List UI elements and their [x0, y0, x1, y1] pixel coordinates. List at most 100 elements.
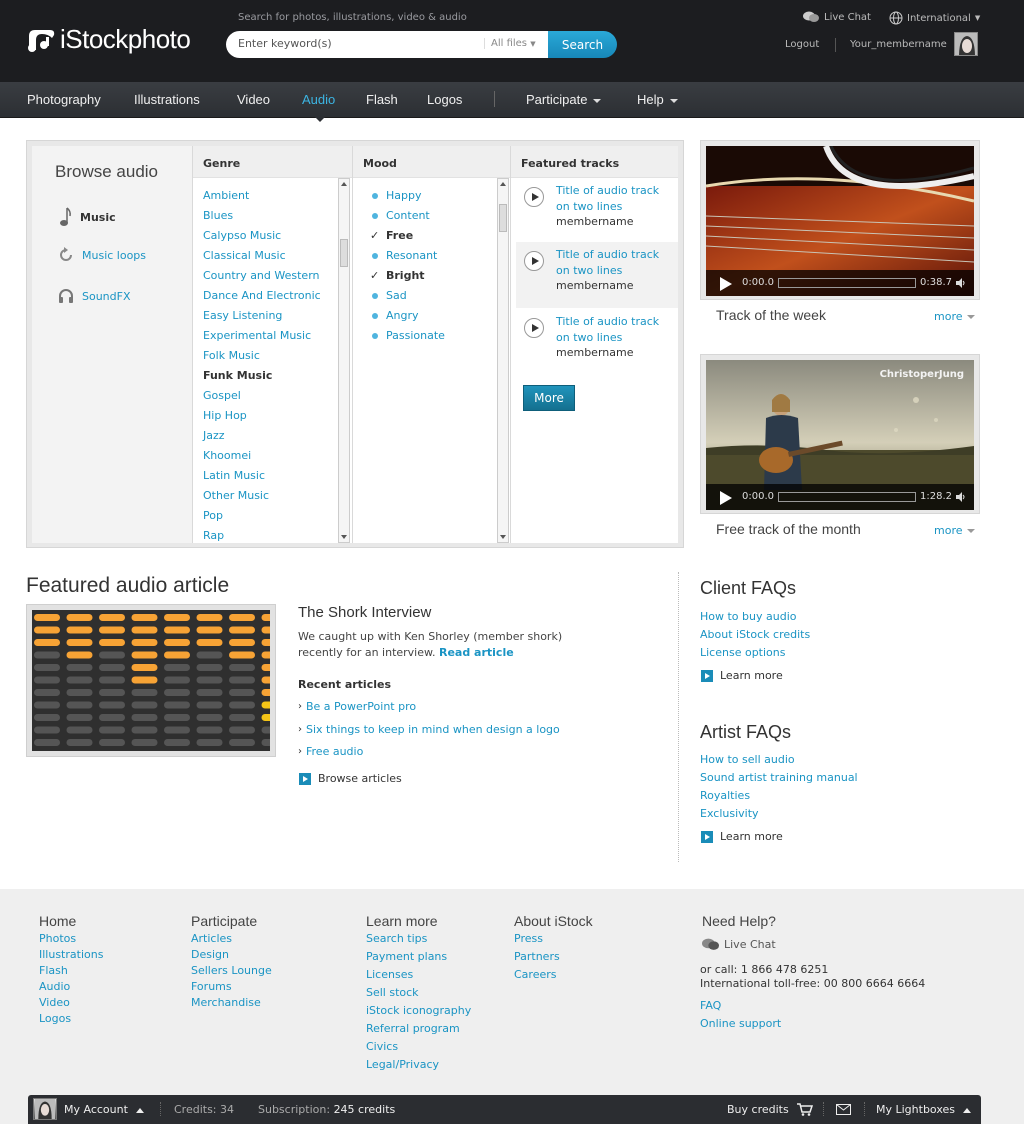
track-title-link[interactable]: Title of audio track on two lines	[556, 314, 671, 346]
genre-item[interactable]: Jazz	[203, 429, 225, 442]
footer-link[interactable]: Photos	[39, 932, 76, 945]
video-thumbnail[interactable]: ChristoperJung 0:00.0 1:28.2	[706, 360, 974, 510]
avatar[interactable]	[33, 1098, 57, 1120]
faq-link[interactable]: About iStock credits	[700, 628, 810, 641]
nav-video[interactable]: Video	[237, 92, 270, 107]
recent-article-item[interactable]: › Six things to keep in mind when design …	[298, 723, 560, 736]
footer-link[interactable]: Payment plans	[366, 950, 447, 963]
footer-link[interactable]: iStock iconography	[366, 1004, 471, 1017]
genre-item[interactable]: Hip Hop	[203, 409, 247, 422]
progress-bar[interactable]	[778, 278, 916, 288]
type-music-loops[interactable]: Music loops	[58, 247, 146, 263]
footer-link[interactable]: Partners	[514, 950, 560, 963]
footer-link[interactable]: Legal/Privacy	[366, 1058, 439, 1071]
scroll-down-icon[interactable]	[500, 535, 506, 539]
faq-link[interactable]: Exclusivity	[700, 807, 759, 820]
nav-flash[interactable]: Flash	[366, 92, 398, 107]
genre-item[interactable]: Pop	[203, 509, 223, 522]
video-thumbnail[interactable]: 0:00.0 0:38.7	[706, 146, 974, 296]
recent-article-item[interactable]: › Be a PowerPoint pro	[298, 700, 416, 713]
footer-link[interactable]: Flash	[39, 964, 68, 977]
mood-item[interactable]: ✓ Bright	[370, 269, 425, 282]
footer-link[interactable]: Search tips	[366, 932, 427, 945]
genre-item[interactable]: Folk Music	[203, 349, 260, 362]
nav-audio[interactable]: Audio	[302, 92, 335, 107]
footer-link[interactable]: Logos	[39, 1012, 71, 1025]
more-link[interactable]: more	[934, 524, 975, 537]
genre-item[interactable]: Rap	[203, 529, 224, 542]
play-icon[interactable]	[524, 251, 544, 271]
nav-help[interactable]: Help	[637, 92, 678, 107]
progress-bar[interactable]	[778, 492, 916, 502]
article-headline[interactable]: The Shork Interview	[298, 604, 431, 621]
logout-link[interactable]: Logout	[785, 39, 819, 50]
genre-item[interactable]: Easy Listening	[203, 309, 282, 322]
scroll-up-icon[interactable]	[341, 182, 347, 186]
scroll-thumb[interactable]	[340, 239, 348, 267]
play-icon[interactable]	[524, 187, 544, 207]
more-link[interactable]: more	[934, 310, 975, 323]
search-button[interactable]: Search	[548, 31, 617, 58]
avatar[interactable]	[954, 32, 978, 56]
genre-item[interactable]: Calypso Music	[203, 229, 281, 242]
faq-link[interactable]: Sound artist training manual	[700, 771, 858, 784]
mood-item[interactable]: Resonant	[370, 249, 437, 262]
footer-link[interactable]: Careers	[514, 968, 557, 981]
mood-scrollbar[interactable]	[497, 178, 509, 543]
footer-link[interactable]: Sell stock	[366, 986, 419, 999]
footer-link[interactable]: Sellers Lounge	[191, 964, 272, 977]
mood-item[interactable]: Sad	[370, 289, 407, 302]
footer-link[interactable]: Illustrations	[39, 948, 103, 961]
mood-item[interactable]: Happy	[370, 189, 422, 202]
faq-link[interactable]: How to sell audio	[700, 753, 795, 766]
type-soundfx[interactable]: SoundFX	[58, 288, 131, 304]
scroll-down-icon[interactable]	[341, 535, 347, 539]
genre-item[interactable]: Dance And Electronic	[203, 289, 321, 302]
volume-icon[interactable]	[956, 492, 966, 502]
genre-item[interactable]: Blues	[203, 209, 233, 222]
live-chat-link[interactable]: Live Chat	[803, 11, 871, 23]
genre-item[interactable]: Other Music	[203, 489, 269, 502]
genre-item[interactable]: Country and Western	[203, 269, 320, 282]
footer-link[interactable]: Merchandise	[191, 996, 261, 1009]
artist-learn-more-link[interactable]: Learn more	[701, 830, 783, 843]
track-title-link[interactable]: Title of audio track on two lines	[556, 247, 671, 279]
nav-photography[interactable]: Photography	[27, 92, 101, 107]
footer-link[interactable]: Forums	[191, 980, 232, 993]
type-music[interactable]: Music	[58, 206, 116, 228]
genre-item[interactable]: Ambient	[203, 189, 249, 202]
footer-link[interactable]: Licenses	[366, 968, 413, 981]
faq-link[interactable]: Royalties	[700, 789, 750, 802]
genre-item[interactable]: Gospel	[203, 389, 241, 402]
faq-link[interactable]: How to buy audio	[700, 610, 796, 623]
track-title-link[interactable]: Title of audio track on two lines	[556, 183, 671, 215]
mood-item[interactable]: Angry	[370, 309, 419, 322]
files-filter-select[interactable]: All files ▼	[484, 38, 536, 49]
footer-home-title[interactable]: Home	[39, 913, 76, 929]
international-menu[interactable]: International ▼	[889, 11, 980, 25]
play-icon[interactable]	[524, 318, 544, 338]
equalizer-image[interactable]	[32, 610, 270, 751]
scroll-up-icon[interactable]	[500, 182, 506, 186]
faq-link[interactable]: License options	[700, 646, 785, 659]
read-article-link[interactable]: Read article	[439, 646, 514, 659]
footer-link[interactable]: Audio	[39, 980, 70, 993]
footer-online-support-link[interactable]: Online support	[700, 1017, 781, 1030]
genre-item[interactable]: Funk Music	[203, 369, 272, 382]
footer-link[interactable]: Design	[191, 948, 229, 961]
play-icon[interactable]	[720, 491, 732, 505]
footer-live-chat-link[interactable]: Live Chat	[702, 938, 776, 951]
footer-link[interactable]: Video	[39, 996, 70, 1009]
scroll-thumb[interactable]	[499, 204, 507, 232]
footer-link[interactable]: Civics	[366, 1040, 398, 1053]
buy-credits-link[interactable]: Buy credits	[727, 1103, 813, 1116]
genre-item[interactable]: Khoomei	[203, 449, 251, 462]
footer-faq-link[interactable]: FAQ	[700, 999, 721, 1012]
nav-logos[interactable]: Logos	[427, 92, 462, 107]
volume-icon[interactable]	[956, 278, 966, 288]
genre-item[interactable]: Experimental Music	[203, 329, 311, 342]
mood-item[interactable]: ✓ Free	[370, 229, 413, 242]
mood-item[interactable]: Passionate	[370, 329, 445, 342]
genre-scrollbar[interactable]	[338, 178, 350, 543]
my-lightboxes-menu[interactable]: My Lightboxes	[876, 1103, 971, 1116]
